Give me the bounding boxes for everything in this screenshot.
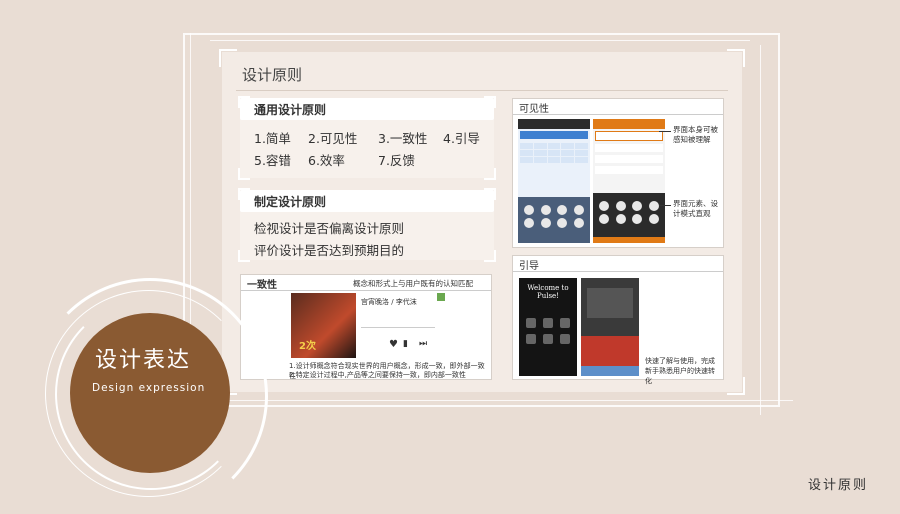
- shot-title: 一致性: [247, 280, 277, 291]
- frame-line: [183, 400, 793, 401]
- annotation: 界面本身可被感知被理解: [673, 125, 718, 144]
- panel-title: 设计原则: [242, 66, 303, 84]
- menu-overlay: [518, 197, 590, 243]
- player-info: 宫宵晚洛 / 李代沫 ♥ ▮ ⏭: [361, 297, 435, 357]
- phone-screen-tutorial: [581, 278, 639, 376]
- welcome-text: Welcome to Pulse!: [527, 284, 569, 300]
- list-row: [595, 144, 663, 152]
- principle-line: 检视设计是否偏离设计原则: [254, 221, 405, 236]
- principle-item: 5.容错: [254, 153, 291, 168]
- principle-item: 2.可见性: [308, 131, 358, 146]
- principle-item: 6.效率: [308, 153, 345, 168]
- guide-screenshot: 引导 Welcome to Pulse! 快速了解与使用，完成新手熟悉用户的快速…: [512, 255, 724, 385]
- close-icon[interactable]: [437, 293, 445, 301]
- trash-icon[interactable]: ▮: [403, 339, 408, 349]
- pointer-line: [659, 205, 671, 206]
- corner-mark: [219, 49, 237, 67]
- consistency-screenshot: 一致性 概念和形式上与用户既有的认知匹配 2次 宫宵晚洛 / 李代沫 ♥ ▮ ⏭…: [240, 274, 492, 380]
- pointer-line: [659, 131, 671, 132]
- phone-screen-right: [593, 119, 665, 243]
- annotation: 界面元素、设计模式直观: [673, 199, 718, 218]
- title-divider: [236, 90, 728, 91]
- status-bar: [593, 119, 665, 129]
- tutorial-card: [587, 288, 633, 318]
- shot-title: 可见性: [519, 104, 549, 115]
- phone-screen-welcome: Welcome to Pulse!: [519, 278, 577, 376]
- corner-mark: [727, 377, 745, 395]
- list-row: [595, 166, 663, 174]
- heart-icon[interactable]: ♥: [389, 339, 398, 350]
- shot-divider: [513, 114, 723, 115]
- search-bar[interactable]: [520, 131, 588, 139]
- phone-screen-left: [518, 119, 590, 243]
- content-panel: 设计原则 通用设计原则 1.简单 2.可见性 3.一致性 4.引导 5.容错 6…: [219, 49, 745, 395]
- principle-item: 7.反馈: [378, 153, 415, 168]
- principle-item: 3.一致性: [378, 131, 428, 146]
- tutorial-bar: [581, 366, 639, 376]
- shot-title: 引导: [519, 261, 539, 272]
- shot-divider: [241, 290, 491, 291]
- search-bar[interactable]: [595, 131, 663, 141]
- corner-mark: [238, 168, 250, 180]
- visibility-screenshot: 可见性 界面本身可被感知被理解 界面元素、设计模式直观: [512, 98, 724, 248]
- caption: 2.特定设计过程中,产品等之间要保持一致，即内部一致性: [289, 371, 466, 379]
- list-row: [595, 155, 663, 163]
- general-principles-card: 通用设计原则 1.简单 2.可见性 3.一致性 4.引导 5.容错 6.效率 7…: [238, 96, 496, 180]
- custom-principles-card: 制定设计原则 检视设计是否偏离设计原则 评价设计是否达到预期目的: [238, 188, 496, 262]
- principle-item: 1.简单: [254, 131, 291, 146]
- shot-divider: [513, 271, 723, 272]
- link-grid: [520, 143, 588, 163]
- album-cover: 2次: [291, 293, 356, 358]
- badge-subtitle: Design expression: [92, 382, 206, 394]
- footer-label: 设计原则: [807, 478, 868, 493]
- card-header: 通用设计原则: [240, 98, 494, 120]
- status-bar: [518, 119, 590, 129]
- song-title: 宫宵晚洛 / 李代沫: [361, 298, 417, 306]
- menu-overlay: [593, 193, 665, 243]
- corner-mark: [238, 250, 250, 262]
- menu-icons: [597, 201, 661, 224]
- corner-mark: [484, 250, 496, 262]
- next-icon[interactable]: ⏭: [419, 339, 427, 349]
- progress-line: [361, 327, 435, 328]
- annotation: 快速了解与使用，完成新手熟悉用户的快速转化: [645, 357, 715, 385]
- frame-line: [760, 45, 761, 415]
- card-header: 制定设计原则: [240, 190, 494, 212]
- tab-bar: [593, 237, 665, 243]
- shot-subtitle: 概念和形式上与用户既有的认知匹配: [353, 279, 473, 288]
- frame-line: [210, 40, 750, 41]
- card-title: 通用设计原则: [254, 103, 327, 117]
- corner-mark: [484, 168, 496, 180]
- card-title: 制定设计原则: [254, 195, 327, 209]
- tutorial-highlight: [581, 336, 639, 366]
- welcome-icons: [525, 318, 571, 344]
- principle-line: 评价设计是否达到预期目的: [254, 243, 405, 258]
- corner-mark: [727, 49, 745, 67]
- menu-icons: [522, 205, 586, 228]
- badge-title: 设计表达: [95, 348, 192, 373]
- principle-item: 4.引导: [443, 131, 480, 146]
